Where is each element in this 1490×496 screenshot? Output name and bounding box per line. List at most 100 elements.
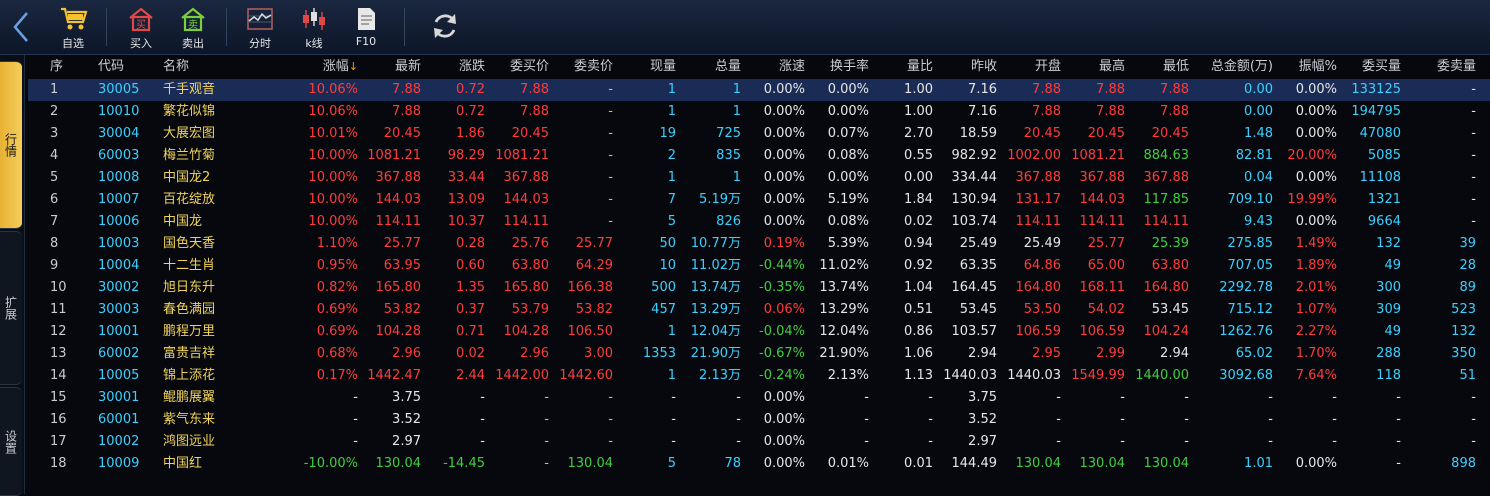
cell-code: 10001 [98,324,140,339]
header-low[interactable]: 最低 [1109,55,1189,79]
cell-name: 春色满园 [163,302,216,317]
table-row[interactable]: 10 30002 旭日东升 0.82% 165.80 1.35 165.80 166.38 50… [28,277,1490,299]
candlestick-icon [303,8,325,30]
quote-table: 序代码 名称 涨幅↓ 最新 涨跌 委买价 委卖价 现量 总量 涨速 换手率 量比 昨收 开盘 最高 最低 总金额… [28,55,1490,475]
cell-name: 百花绽放 [163,192,216,207]
table-row[interactable]: 2 10010 繁花似锦 10.06% 7.88 0.72 7.88-1 1 0.00% 0.00… [28,101,1490,123]
header-code[interactable]: 代码 [98,55,124,79]
table-row[interactable]: 11 30003 春色满园 0.69% 53.82 0.37 53.79 53.82 457 13… [28,299,1490,321]
side-tab-bar: 行情 扩展 设置 [0,55,25,496]
tab-extend[interactable]: 扩展 [0,231,22,385]
toolbar-divider [226,8,227,46]
kline-label: k线 [305,37,323,50]
cell-ask-vol: 132 [1451,324,1476,339]
table-row[interactable]: 12 10001 鹏程万里 0.69% 104.28 0.71 104.28 106.50 1 1… [28,321,1490,343]
buy-house-icon: 买 [129,7,153,32]
cell-low: 20.45 [1151,126,1189,141]
refresh-button[interactable] [420,8,470,54]
cell-low: 884.63 [1143,148,1190,163]
cell-ask-vol: - [1471,82,1476,97]
cell-ask-vol: 51 [1459,368,1476,383]
cell-low: - [1184,434,1189,449]
tab-quotes[interactable]: 行情 [0,61,22,229]
cell-ask-vol: 28 [1459,258,1476,273]
table-row[interactable]: 3 30004 大展宏图 10.01% 20.45 1.86 20.45-19 725 0.00… [28,123,1490,145]
cell-name: 梅兰竹菊 [163,148,216,163]
cell-low: 2.94 [1160,346,1189,361]
header-seq[interactable]: 序 [50,55,63,79]
cell-low: 164.80 [1143,280,1190,295]
buy-button[interactable]: 买 买入 [116,4,166,50]
cell-code: 10007 [98,192,140,207]
table-body: 1 30005 千手观音 10.06% 7.88 0.72 7.88-1 1 0.00% 0.00… [28,79,1490,475]
watchlist-button[interactable]: 自选 [48,4,98,50]
table-row[interactable]: 1 30005 千手观音 10.06% 7.88 0.72 7.88-1 1 0.00% 0.00… [28,79,1490,101]
cell-name: 千手观音 [163,82,216,97]
header-label: 名称 [163,59,190,74]
tab-settings[interactable]: 设置 [0,387,22,496]
table-row[interactable]: 16 60001 紫气东来 -3.52- - - - -0.00% - -3.52- - - - - - - [28,409,1490,431]
cell-code: 10006 [98,214,140,229]
header-ask-vol[interactable]: 委卖量 [1396,55,1476,79]
sell-button[interactable]: 卖 卖出 [168,4,218,50]
table-row[interactable]: 18 10009 中国红 -10.00% 130.04 -14.45-130.04 5 78 0… [28,453,1490,475]
cell-code: 10010 [98,104,140,119]
cell-code: 10008 [98,170,140,185]
cell-seq: 9 [50,258,59,273]
cell-code: 60003 [98,148,140,163]
table-row[interactable]: 17 10002 鸿图远业 -2.97- - - - -0.00% - -2.97- - - - - - - [28,431,1490,453]
cell-low: - [1184,390,1189,405]
table-row[interactable]: 7 10006 中国龙 10.00% 114.11 10.37 114.11-5 826 0.0… [28,211,1490,233]
cell-low: 63.80 [1151,258,1189,273]
table-row[interactable]: 13 60002 富贵吉祥 0.68% 2.96 0.02 2.96 3.00 1353 21.9… [28,343,1490,365]
cell-low: 1440.00 [1135,368,1189,383]
cell-name: 大展宏图 [163,126,216,141]
cell-code: 10003 [98,236,140,251]
kline-button[interactable]: k线 [289,4,339,50]
cell-name: 旭日东升 [163,280,216,295]
cell-seq: 4 [50,148,59,163]
cell-name: 鸿图远业 [163,434,216,449]
cell-low: 367.88 [1143,170,1190,185]
cell-low: 7.88 [1160,82,1189,97]
header-label: 委卖量 [1436,59,1476,74]
cell-code: 10005 [98,368,140,383]
cell-seq: 14 [50,368,67,383]
document-icon [358,8,375,30]
header-label: 最低 [1162,59,1189,74]
timeshare-label: 分时 [249,37,271,50]
back-button[interactable] [8,9,34,45]
header-bid-vol[interactable]: 委买量 [1321,55,1401,79]
buy-label: 买入 [130,37,152,50]
chevron-left-icon [13,12,28,42]
cell-low: 25.39 [1151,236,1189,251]
header-name[interactable]: 名称 [163,55,189,79]
cell-low: 7.88 [1160,104,1189,119]
toolbar-divider [106,8,107,46]
table-row[interactable]: 9 10004 十二生肖 0.95% 63.95 0.60 63.80 64.29 10 11.0… [28,255,1490,277]
tab-quotes-label: 行情 [3,133,18,157]
table-row[interactable]: 15 30001 鲲鹏展翼 -3.75- - - - -0.00% - -3.75- - - - - - - [28,387,1490,409]
cell-ask-vol: - [1471,412,1476,427]
cell-ask-vol: - [1471,214,1476,229]
cell-code: 30004 [98,126,140,141]
table-row[interactable]: 14 10005 锦上添花 0.17% 1442.47 2.44 1442.00 1442.6… [28,365,1490,387]
f10-button[interactable]: F10 [341,4,391,50]
cell-name: 中国龙2 [163,170,211,185]
cell-ask-vol: - [1471,192,1476,207]
table-row[interactable]: 8 10003 国色天香 1.10% 25.77 0.28 25.76 25.77 50 10.7… [28,233,1490,255]
cell-ask-vol: - [1471,126,1476,141]
cell-seq: 17 [50,434,67,449]
cell-low: 117.85 [1143,192,1190,207]
refresh-icon [434,14,456,38]
table-row[interactable]: 4 60003 梅兰竹菊 10.00% 1081.21 98.29 1081.21-2 835… [28,145,1490,167]
cell-name: 十二生肖 [163,258,216,273]
timeshare-button[interactable]: 分时 [235,4,285,50]
cell-seq: 3 [50,126,59,141]
cell-seq: 7 [50,214,59,229]
cell-code: 30001 [98,390,140,405]
cell-name: 紫气东来 [163,412,216,427]
table-row[interactable]: 6 10007 百花绽放 10.00% 144.03 13.09 144.03-7 5.19万… [28,189,1490,211]
cell-name: 锦上添花 [163,368,216,383]
table-row[interactable]: 5 10008 中国龙2 10.00% 367.88 33.44 367.88-1 1 0.00… [28,167,1490,189]
